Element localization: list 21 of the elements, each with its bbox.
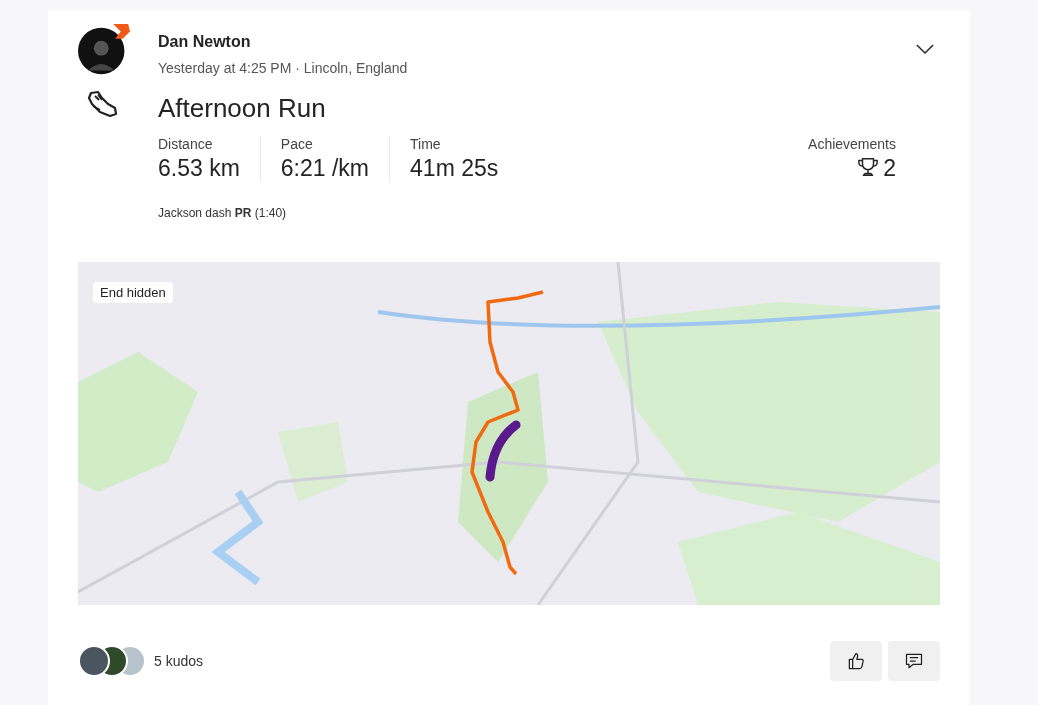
thumbs-up-icon — [846, 651, 866, 671]
stat-label: Time — [410, 136, 442, 152]
chevron-down-icon[interactable] — [916, 44, 934, 55]
comment-icon — [904, 651, 924, 671]
kudos-count[interactable]: 5 kudos — [154, 653, 204, 669]
stat-value: 6.53 km — [158, 155, 240, 182]
avatar-icon[interactable] — [78, 24, 130, 76]
comment-button[interactable] — [888, 641, 940, 681]
achievements-label: Achievements — [808, 136, 896, 152]
kudos-button[interactable] — [830, 641, 882, 681]
activity-meta: Yesterday at 4:25 PM · Lincoln, England — [158, 60, 409, 76]
athlete-name[interactable]: Dan Newton — [158, 33, 896, 51]
segment-text: Jackson dash PR (1:40) — [158, 206, 288, 220]
achievements-count: 2 — [883, 155, 896, 182]
end-hidden-badge: End hidden — [93, 282, 173, 303]
stat-label: Distance — [158, 136, 214, 152]
trophy-icon — [857, 156, 880, 178]
activity-title[interactable]: Afternoon Run — [158, 93, 896, 124]
stat-value: 6:21 /km — [280, 155, 370, 182]
stat-value: 41m 25s — [410, 155, 499, 182]
stat-label: Pace — [280, 136, 314, 152]
